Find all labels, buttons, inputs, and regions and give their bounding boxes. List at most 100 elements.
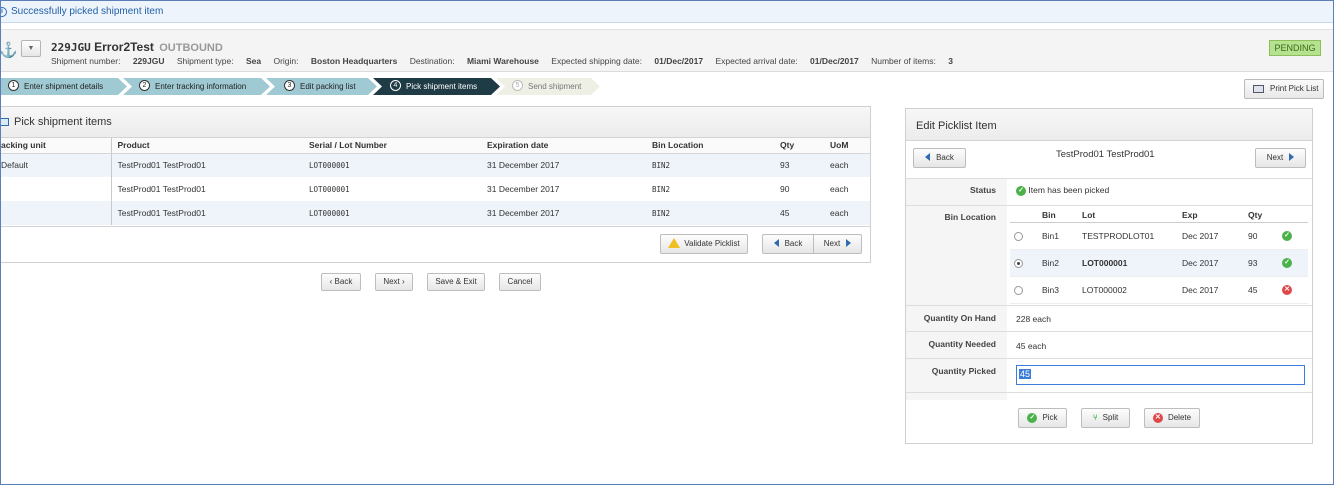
bin-row[interactable]: Bin2 LOT000001 Dec 2017 93 ✓	[1010, 249, 1308, 277]
table-next-button[interactable]: Next	[813, 234, 862, 254]
qty-on-hand-label: Quantity On Hand	[923, 313, 996, 323]
step-label: Send shipment	[528, 82, 582, 91]
step-number: 2	[139, 80, 150, 91]
split-button[interactable]: ⑂ Split	[1081, 408, 1130, 428]
shipment-name: Error2Test	[94, 40, 154, 54]
cell-exp: Dec 2017	[1178, 222, 1244, 250]
chevron-down-icon: ▼	[27, 45, 35, 52]
step-enter-tracking-information[interactable]: 2 Enter tracking information	[123, 78, 270, 95]
delete-button[interactable]: ✕ Delete	[1144, 408, 1200, 428]
arrow-right-icon	[846, 238, 852, 247]
check-circle-icon: ✓	[1016, 185, 1026, 196]
check-circle-icon: ✓	[1282, 230, 1292, 241]
arrow-right-icon	[1289, 152, 1295, 161]
printer-icon	[1253, 85, 1264, 93]
next-label: Next	[1266, 153, 1284, 162]
col-uom: UoM	[824, 138, 870, 154]
bin-radio[interactable]	[1014, 258, 1023, 268]
qty-picked-input[interactable]: 45	[1016, 365, 1305, 385]
step-pick-shipment-items[interactable]: 4 Pick shipment items	[373, 78, 500, 95]
step-edit-packing-list[interactable]: 3 Edit packing list	[266, 78, 377, 95]
expected-arrival-label: Expected arrival date:	[715, 56, 798, 66]
divider	[906, 358, 1312, 359]
item-back-button[interactable]: Back	[913, 148, 966, 168]
cell-unit	[1, 177, 112, 201]
status-badge: PENDING	[1269, 40, 1321, 56]
step-enter-shipment-details[interactable]: 1 Enter shipment details	[1, 78, 127, 95]
qty-needed-value: 45 each	[1016, 341, 1047, 351]
panel-footer: Validate Picklist Back Next	[1, 226, 870, 263]
step-send-shipment[interactable]: 5 Send shipment	[496, 78, 600, 95]
cell-lot: LOT000001	[309, 184, 350, 194]
status-label: Status	[970, 185, 996, 195]
number-of-items-label: Number of items:	[871, 56, 936, 66]
expected-shipping-date: 01/Dec/2017	[654, 56, 704, 66]
qty-picked-label: Quantity Picked	[931, 366, 996, 376]
step-number: 1	[8, 80, 19, 91]
cell-lot: LOT000001	[1078, 249, 1178, 277]
print-pick-list-button[interactable]: Print Pick List	[1244, 79, 1324, 99]
divider	[906, 392, 1312, 393]
table-row[interactable]: Default TestProd01 TestProd01 LOT000001 …	[1, 153, 870, 177]
cell-unit	[1, 201, 112, 225]
cell-qty: 93	[1244, 249, 1278, 277]
shipment-direction: OUTBOUND	[159, 42, 223, 54]
check-circle-icon: ✓	[1027, 412, 1038, 423]
cell-lot: LOT000001	[303, 153, 481, 177]
bin-radio[interactable]	[1014, 285, 1023, 295]
bin-row[interactable]: Bin3 LOT000002 Dec 2017 45 ✕	[1010, 276, 1308, 304]
step-label: Edit packing list	[300, 82, 356, 91]
cell-expiration: 31 December 2017	[481, 153, 646, 177]
expected-shipping-label: Expected shipping date:	[551, 56, 643, 66]
step-number: 5	[512, 80, 523, 91]
destination: Miami Warehouse	[466, 56, 539, 66]
col-packing-unit: acking unit	[1, 138, 112, 154]
wizard-back-button[interactable]: ‹ Back	[321, 273, 361, 291]
item-next-button[interactable]: Next	[1255, 148, 1306, 168]
app-frame: i Successfully picked shipment item ⚓ ▼ …	[0, 0, 1334, 485]
qty-needed-label: Quantity Needed	[928, 339, 996, 349]
validate-picklist-button[interactable]: Validate Picklist	[660, 234, 748, 254]
table-row[interactable]: TestProd01 TestProd01 LOT000001 31 Decem…	[1, 201, 870, 225]
pick-button[interactable]: ✓ Pick	[1018, 408, 1067, 428]
bin-row[interactable]: Bin1 TESTPRODLOT01 Dec 2017 90 ✓	[1010, 222, 1308, 250]
table-back-button[interactable]: Back	[762, 234, 814, 254]
number-of-items: 3	[948, 56, 953, 66]
col-lot: Lot	[1078, 209, 1178, 223]
warning-icon	[668, 237, 681, 248]
shipment-type-label: Shipment type:	[176, 56, 234, 66]
panel-header: Edit Picklist Item	[906, 109, 1312, 141]
cell-exp: Dec 2017	[1178, 276, 1244, 304]
cell-lot: LOT000002	[1078, 276, 1178, 304]
origin-label: Origin:	[273, 56, 299, 66]
pick-label: Pick	[1042, 413, 1058, 422]
cell-expiration: 31 December 2017	[481, 201, 646, 225]
error-circle-icon: ✕	[1282, 284, 1292, 295]
delete-label: Delete	[1167, 413, 1192, 422]
shipment-header: ⚓ ▼ 229JGU Error2Test OUTBOUND Shipment …	[1, 29, 1333, 72]
bin-radio[interactable]	[1014, 231, 1023, 241]
list-icon	[1, 118, 9, 126]
wizard-next-button[interactable]: Next ›	[375, 273, 413, 291]
cancel-button[interactable]: Cancel	[499, 273, 541, 291]
col-bin-location: Bin Location	[646, 138, 774, 154]
shipment-number: 229JGU	[132, 56, 165, 66]
cell-qty: 90	[1244, 222, 1278, 250]
save-exit-button[interactable]: Save & Exit	[427, 273, 485, 291]
col-qty: Qty	[774, 138, 824, 154]
cell-product: TestProd01 TestProd01	[111, 153, 303, 177]
cell-bin: Bin1	[1038, 222, 1078, 250]
actions-dropdown-button[interactable]: ▼	[21, 40, 41, 57]
table-row[interactable]: TestProd01 TestProd01 LOT000001 31 Decem…	[1, 177, 870, 201]
cell-uom: each	[830, 184, 849, 194]
split-label: Split	[1102, 413, 1119, 422]
split-icon: ⑂	[1092, 413, 1098, 422]
info-icon: i	[1, 7, 7, 17]
next-label: Next	[823, 239, 841, 248]
divider	[906, 305, 1312, 306]
shipment-number-label: Shipment number:	[51, 56, 121, 66]
pick-items-table: acking unit Product Serial / Lot Number …	[1, 138, 870, 225]
back-label: Back	[784, 239, 803, 248]
cell-bin: Bin3	[1038, 276, 1078, 304]
cell-product: TestProd01 TestProd01	[117, 184, 206, 194]
